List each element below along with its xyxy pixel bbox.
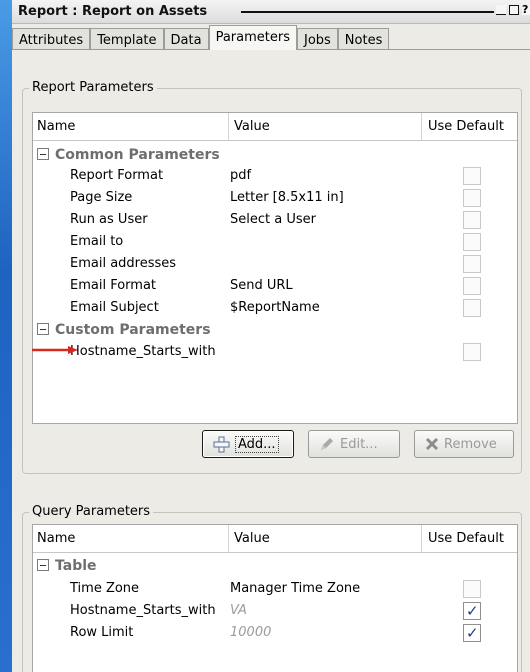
table-row[interactable]: Email Format Send URL bbox=[33, 275, 517, 297]
collapse-icon[interactable] bbox=[37, 323, 49, 335]
add-icon bbox=[213, 436, 230, 452]
use-default-checkbox[interactable] bbox=[463, 233, 481, 251]
group-label: Table bbox=[55, 558, 97, 574]
parameter-value[interactable]: pdf bbox=[230, 168, 251, 183]
column-header-name[interactable]: Name bbox=[37, 531, 75, 546]
parameter-name: Report Format bbox=[70, 168, 164, 183]
parameter-value[interactable]: Manager Time Zone bbox=[230, 581, 360, 596]
use-default-checkbox[interactable] bbox=[463, 624, 481, 642]
parameter-name: Email addresses bbox=[70, 256, 177, 271]
parameter-value[interactable]: Letter [8.5x11 in] bbox=[230, 190, 344, 205]
use-default-checkbox[interactable] bbox=[463, 602, 481, 620]
window-title: Report : Report on Assets bbox=[18, 4, 208, 19]
query-parameters-table[interactable]: Name Value Use Default Table Time Zone M… bbox=[32, 524, 518, 672]
tab-template[interactable]: Template bbox=[90, 28, 164, 50]
help-icon[interactable]: ? bbox=[522, 5, 530, 15]
table-row[interactable]: Report Format pdf bbox=[33, 165, 517, 187]
parameter-name: Time Zone bbox=[70, 581, 140, 596]
table-row[interactable]: Row Limit 10000 bbox=[33, 622, 517, 644]
table-row[interactable]: Time Zone Manager Time Zone bbox=[33, 578, 517, 600]
remove-button-label: Remove bbox=[444, 436, 497, 452]
table-row[interactable]: Email to bbox=[33, 231, 517, 253]
tab-attributes[interactable]: Attributes bbox=[12, 28, 91, 50]
table-row[interactable]: Hostname_Starts_with VA bbox=[33, 600, 517, 622]
use-default-checkbox[interactable] bbox=[463, 189, 481, 207]
parameter-name: Hostname_Starts_with bbox=[70, 344, 216, 359]
column-divider bbox=[228, 113, 229, 141]
add-button-label: Add... bbox=[235, 435, 279, 453]
parameter-name: Row Limit bbox=[70, 625, 134, 640]
delete-x-icon bbox=[425, 437, 439, 451]
group-label: Common Parameters bbox=[55, 147, 220, 163]
column-divider bbox=[421, 525, 422, 553]
table-row[interactable]: Email Subject $ReportName bbox=[33, 297, 517, 319]
window-controls: ? bbox=[496, 5, 530, 15]
tab-parameters[interactable]: Parameters bbox=[208, 25, 297, 50]
table-row[interactable]: Email addresses bbox=[33, 253, 517, 275]
use-default-checkbox[interactable] bbox=[463, 167, 481, 185]
tree-group-row[interactable]: Table bbox=[33, 555, 517, 577]
column-header-use-default[interactable]: Use Default bbox=[428, 119, 504, 134]
parameter-value[interactable]: VA bbox=[230, 603, 247, 618]
parameter-value[interactable]: Send URL bbox=[230, 278, 293, 293]
parameter-value[interactable]: 10000 bbox=[230, 625, 271, 640]
column-header-use-default[interactable]: Use Default bbox=[428, 531, 504, 546]
column-header-value[interactable]: Value bbox=[234, 531, 270, 546]
table-header: Name Value Use Default bbox=[33, 113, 517, 141]
collapse-icon[interactable] bbox=[37, 148, 49, 160]
column-divider bbox=[228, 525, 229, 553]
maximize-icon[interactable] bbox=[509, 5, 519, 15]
tree-group-row[interactable]: Custom Parameters bbox=[33, 319, 517, 341]
table-header: Name Value Use Default bbox=[33, 525, 517, 553]
use-default-checkbox[interactable] bbox=[463, 255, 481, 273]
add-button[interactable]: Add... bbox=[202, 430, 294, 458]
column-divider bbox=[421, 113, 422, 141]
tree-group-row[interactable]: Common Parameters bbox=[33, 144, 517, 166]
parameter-name: Email Format bbox=[70, 278, 157, 293]
title-bar[interactable]: Report : Report on Assets ? bbox=[12, 0, 530, 24]
parameter-value[interactable]: $ReportName bbox=[230, 300, 320, 315]
report-window: Report : Report on Assets ? Attributes T… bbox=[12, 0, 530, 672]
parameter-name: Page Size bbox=[70, 190, 133, 205]
use-default-checkbox[interactable] bbox=[463, 299, 481, 317]
use-default-checkbox[interactable] bbox=[463, 343, 481, 361]
tab-jobs[interactable]: Jobs bbox=[296, 28, 338, 50]
use-default-checkbox[interactable] bbox=[463, 580, 481, 598]
pencil-icon bbox=[321, 438, 333, 450]
parameter-name: Email Subject bbox=[70, 300, 159, 315]
table-row[interactable]: Hostname_Starts_with bbox=[33, 341, 517, 363]
parameter-value[interactable]: Select a User bbox=[230, 212, 316, 227]
table-row[interactable]: Run as User Select a User bbox=[33, 209, 517, 231]
group-label: Custom Parameters bbox=[55, 322, 211, 338]
tab-data[interactable]: Data bbox=[163, 28, 209, 50]
column-header-value[interactable]: Value bbox=[234, 119, 270, 134]
minimize-icon[interactable] bbox=[496, 5, 506, 15]
report-parameters-legend: Report Parameters bbox=[29, 80, 157, 95]
use-default-checkbox[interactable] bbox=[463, 277, 481, 295]
edit-button[interactable]: Edit... bbox=[308, 430, 400, 458]
table-row[interactable]: Page Size Letter [8.5x11 in] bbox=[33, 187, 517, 209]
parameter-name: Email to bbox=[70, 234, 124, 249]
desktop-edge bbox=[0, 0, 12, 672]
column-header-name[interactable]: Name bbox=[37, 119, 75, 134]
parameter-name: Hostname_Starts_with bbox=[70, 603, 216, 618]
tab-strip: Attributes Template Data Parameters Jobs… bbox=[12, 25, 390, 50]
parameter-name: Run as User bbox=[70, 212, 148, 227]
use-default-checkbox[interactable] bbox=[463, 211, 481, 229]
tab-notes[interactable]: Notes bbox=[337, 28, 390, 50]
remove-button[interactable]: Remove bbox=[414, 430, 514, 458]
collapse-icon[interactable] bbox=[37, 559, 49, 571]
red-arrow-icon bbox=[32, 346, 78, 354]
query-parameters-legend: Query Parameters bbox=[29, 504, 154, 519]
title-separator-line bbox=[241, 11, 494, 13]
edit-button-label: Edit... bbox=[340, 436, 378, 452]
report-parameters-table[interactable]: Name Value Use Default Common Parameters… bbox=[32, 112, 518, 424]
